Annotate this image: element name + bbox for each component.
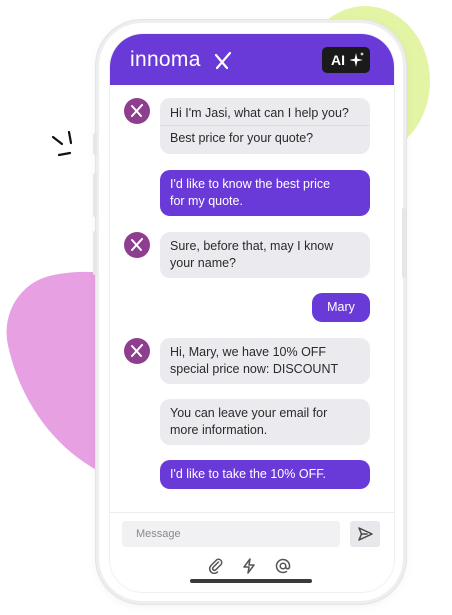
send-icon bbox=[358, 527, 373, 541]
message-text: I'd like to know the best price bbox=[170, 177, 331, 191]
send-button[interactable] bbox=[350, 521, 380, 547]
bot-avatar bbox=[124, 338, 150, 364]
bot-message-email: You can leave your email for more inform… bbox=[160, 399, 370, 445]
phone-side-button bbox=[402, 208, 406, 278]
message-text: special price now: DISCOUNT bbox=[170, 362, 339, 376]
bot-message-greeting: Hi I'm Jasi, what can I help you? Best p… bbox=[160, 98, 370, 154]
bot-avatar bbox=[124, 232, 150, 258]
home-indicator bbox=[190, 579, 312, 583]
user-message: I'd like to take the 10% OFF. bbox=[160, 460, 370, 489]
phone-frame: innoma AI Hi I'm Jasi, what can I help y… bbox=[93, 20, 406, 604]
bot-x-mark-icon bbox=[131, 104, 143, 117]
ai-button[interactable]: AI bbox=[322, 47, 370, 73]
message-text: more information. bbox=[170, 423, 268, 437]
brand-x-mark-icon bbox=[214, 51, 232, 70]
bot-x-mark-icon bbox=[131, 238, 143, 251]
composer-divider bbox=[110, 512, 394, 513]
at-sign-icon[interactable] bbox=[275, 558, 291, 574]
lightning-icon[interactable] bbox=[241, 558, 257, 574]
message-text: for my quote. bbox=[170, 194, 243, 208]
message-text: your name? bbox=[170, 256, 237, 270]
chat-screen: innoma AI Hi I'm Jasi, what can I help y… bbox=[109, 33, 395, 593]
message-text: Hi I'm Jasi, what can I help you? bbox=[170, 106, 349, 120]
ai-badge-label: AI bbox=[331, 52, 345, 68]
sparkle-lines-icon bbox=[51, 130, 73, 157]
user-message: Mary bbox=[312, 293, 370, 322]
message-text: You can leave your email for bbox=[170, 406, 328, 420]
message-text: I'd like to take the 10% OFF. bbox=[170, 467, 326, 481]
message-text: Hi, Mary, we have 10% OFF bbox=[170, 345, 327, 359]
phone-side-button bbox=[93, 173, 97, 217]
bot-message: Sure, before that, may I know your name? bbox=[160, 232, 370, 278]
chat-header: innoma AI bbox=[110, 34, 394, 85]
quick-reply-best-price[interactable]: Best price for your quote? bbox=[170, 130, 313, 147]
brand-name: innoma bbox=[130, 48, 201, 71]
message-text: Sure, before that, may I know bbox=[170, 239, 334, 253]
phone-side-button bbox=[93, 133, 97, 155]
bot-message-discount: Hi, Mary, we have 10% OFF special price … bbox=[160, 338, 370, 384]
user-message: I'd like to know the best price for my q… bbox=[160, 170, 370, 216]
paperclip-icon[interactable] bbox=[208, 558, 224, 574]
message-input[interactable] bbox=[122, 521, 340, 547]
message-text: Mary bbox=[327, 300, 355, 314]
phone-side-button bbox=[93, 231, 97, 275]
brand-logo: innoma bbox=[130, 48, 232, 72]
bot-x-mark-icon bbox=[131, 344, 143, 357]
bot-avatar bbox=[124, 98, 150, 124]
sparkle-icon bbox=[350, 52, 364, 67]
bubble-divider bbox=[160, 125, 370, 126]
